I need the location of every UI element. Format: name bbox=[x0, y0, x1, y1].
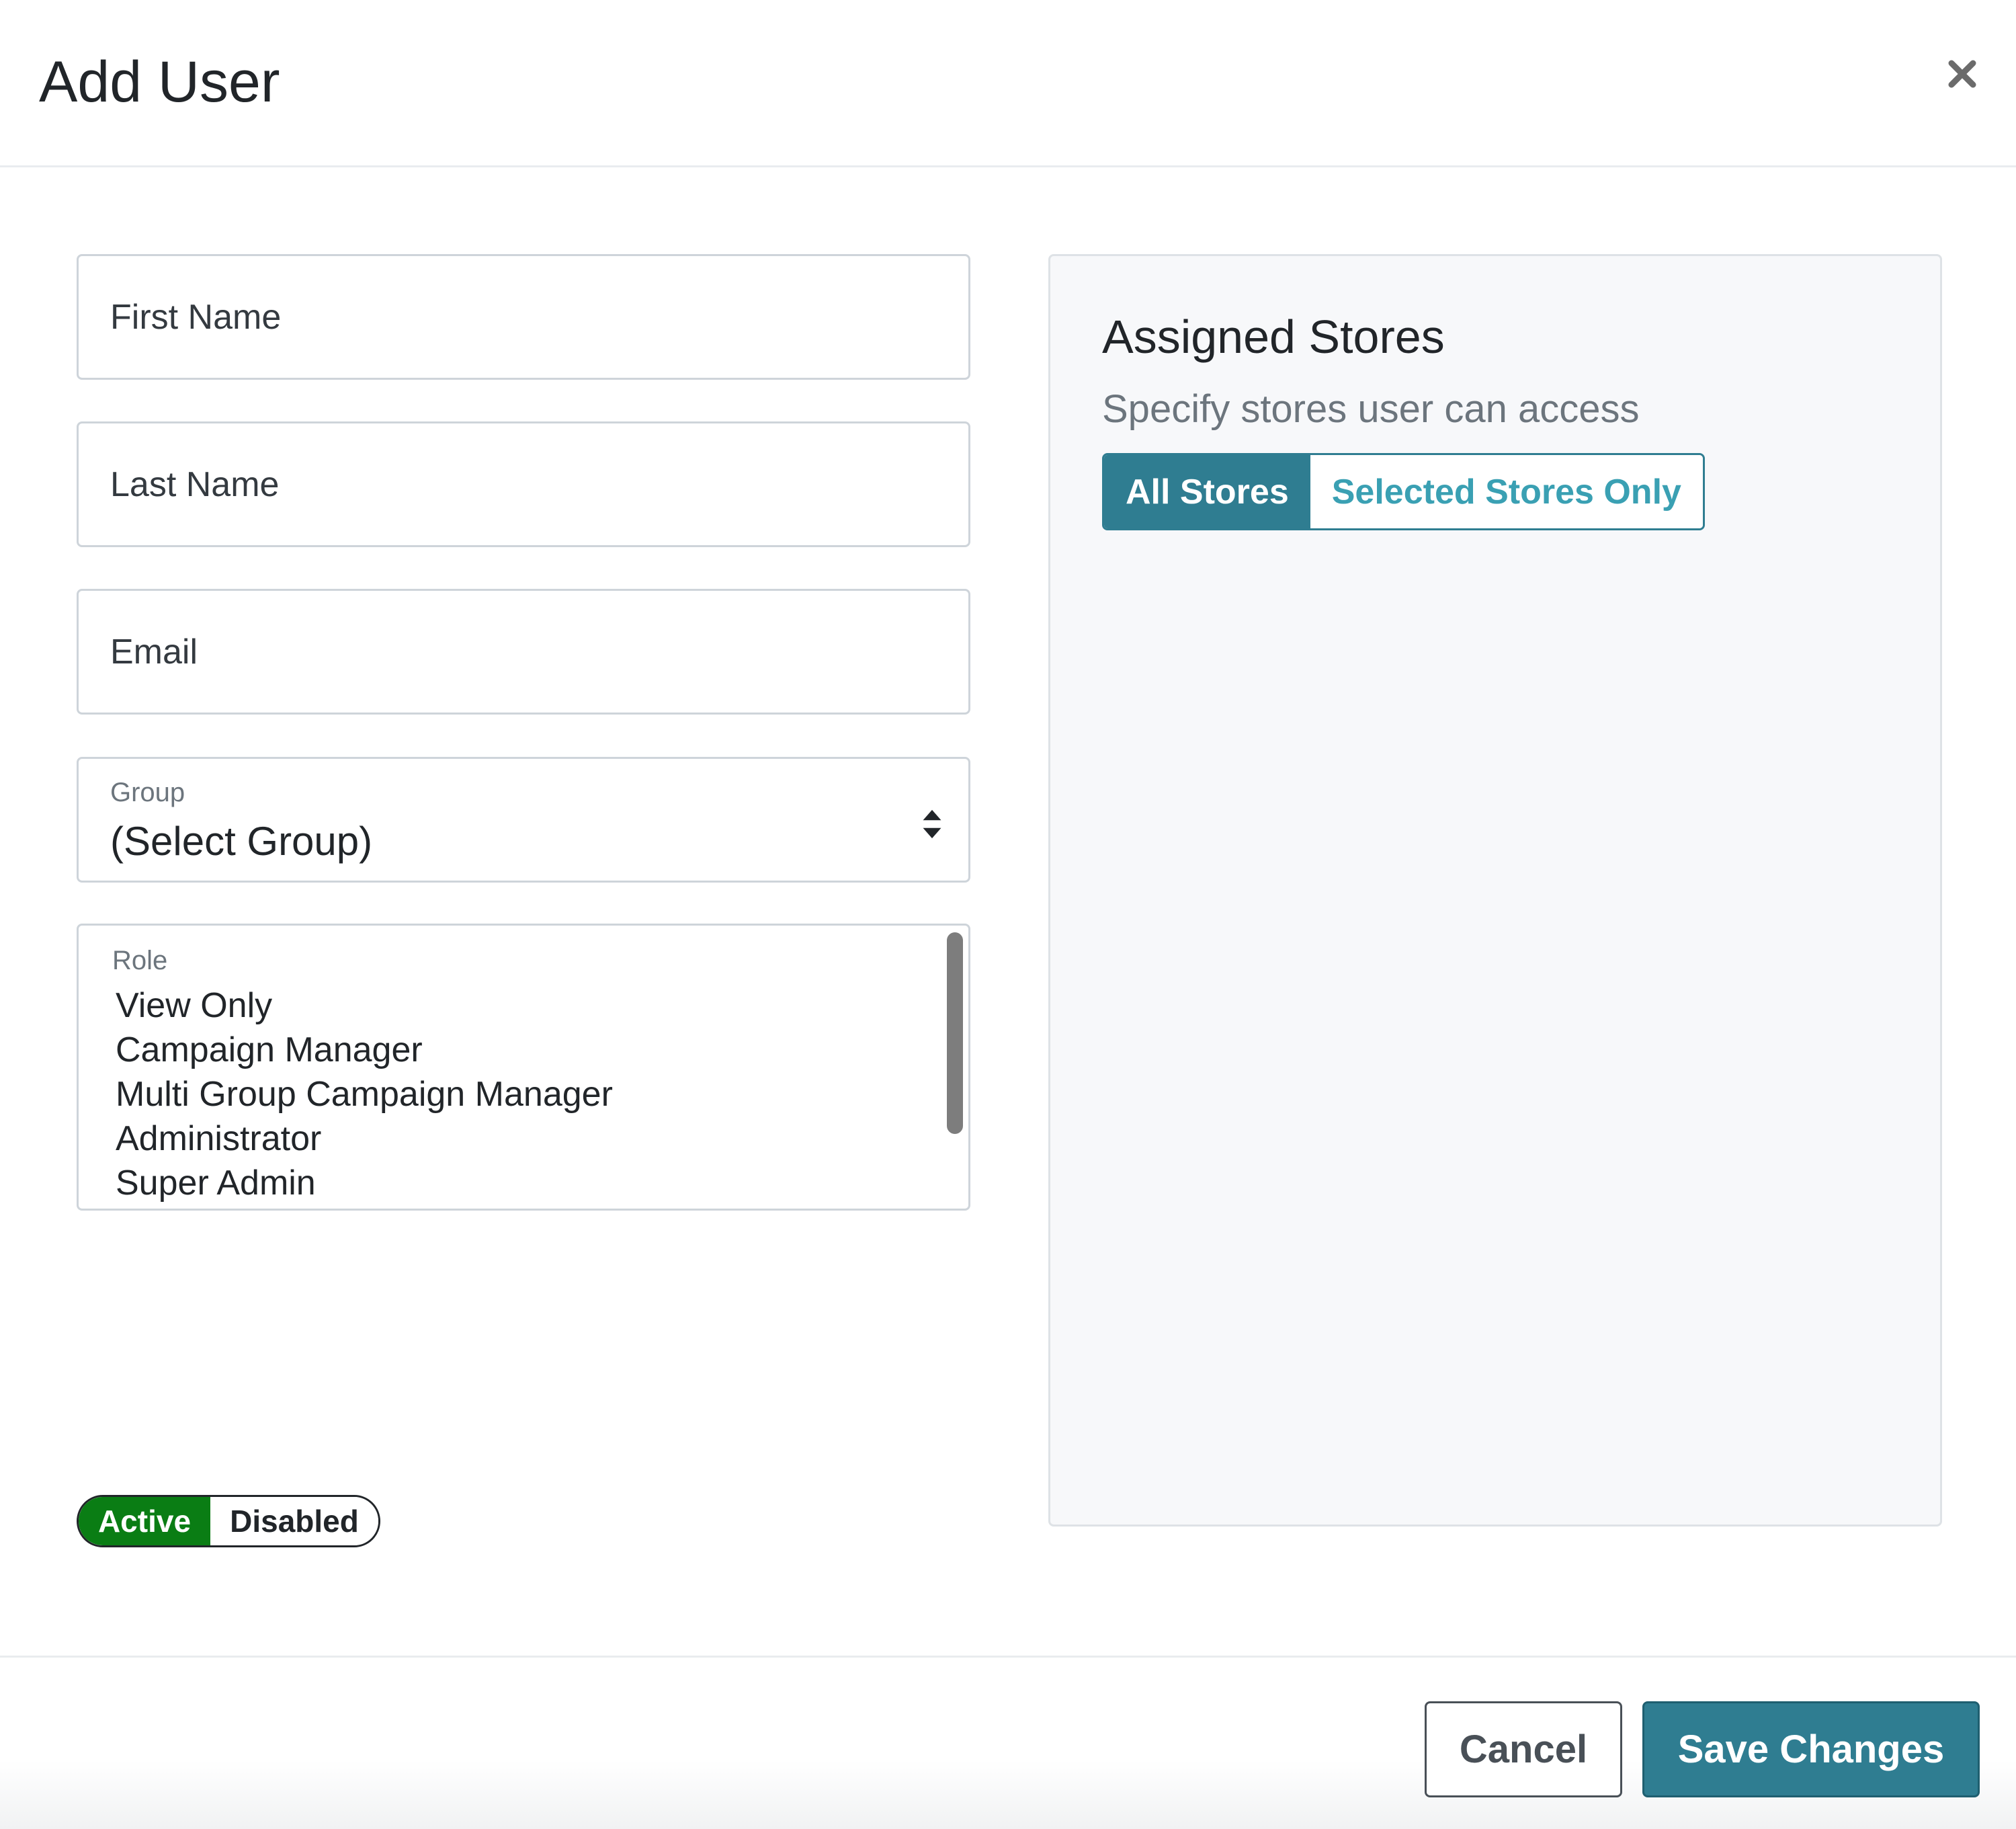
store-scope-toggle: All Stores Selected Stores Only bbox=[1102, 453, 1705, 530]
all-stores-button[interactable]: All Stores bbox=[1104, 455, 1310, 528]
cancel-button[interactable]: Cancel bbox=[1425, 1701, 1622, 1797]
role-scrollbar[interactable] bbox=[947, 932, 963, 1134]
group-select[interactable]: Group (Select Group) bbox=[77, 757, 970, 883]
last-name-input[interactable] bbox=[79, 423, 968, 545]
role-option-super-admin[interactable]: Super Admin bbox=[116, 1161, 613, 1205]
last-name-field[interactable] bbox=[77, 421, 970, 547]
save-changes-button[interactable]: Save Changes bbox=[1642, 1701, 1980, 1797]
role-option-campaign-manager[interactable]: Campaign Manager bbox=[116, 1028, 613, 1072]
email-field[interactable] bbox=[77, 589, 970, 715]
role-label: Role bbox=[112, 946, 168, 975]
assigned-stores-title: Assigned Stores bbox=[1102, 311, 1445, 363]
role-option-view-only[interactable]: View Only bbox=[116, 983, 613, 1028]
dialog-title: Add User bbox=[39, 50, 280, 114]
dialog-header: Add User bbox=[0, 0, 2016, 167]
first-name-input[interactable] bbox=[79, 256, 968, 378]
dialog-footer: Cancel Save Changes bbox=[0, 1656, 2016, 1829]
group-selected-value: (Select Group) bbox=[110, 819, 373, 864]
role-listbox[interactable]: Role View Only Campaign Manager Multi Gr… bbox=[77, 924, 970, 1211]
role-option-schedule-manager[interactable]: Schedule Manager bbox=[116, 1205, 613, 1209]
selected-stores-only-button[interactable]: Selected Stores Only bbox=[1310, 455, 1703, 528]
close-button[interactable] bbox=[1935, 47, 1989, 101]
sort-arrows-icon bbox=[923, 809, 941, 839]
role-option-multi-group-campaign-manager[interactable]: Multi Group Campaign Manager bbox=[116, 1072, 613, 1116]
email-input[interactable] bbox=[79, 591, 968, 713]
first-name-field[interactable] bbox=[77, 254, 970, 380]
status-toggle: Active Disabled bbox=[77, 1495, 380, 1547]
role-option-administrator[interactable]: Administrator bbox=[116, 1116, 613, 1161]
assigned-stores-subtitle: Specify stores user can access bbox=[1102, 387, 1640, 431]
role-options: View Only Campaign Manager Multi Group C… bbox=[116, 983, 613, 1209]
status-disabled-option[interactable]: Disabled bbox=[210, 1497, 378, 1545]
assigned-stores-panel: Assigned Stores Specify stores user can … bbox=[1048, 254, 1942, 1527]
add-user-dialog: Add User Group (Select Group) Role View … bbox=[0, 0, 2016, 1829]
group-label: Group bbox=[110, 778, 185, 807]
status-active-option[interactable]: Active bbox=[79, 1497, 210, 1545]
close-icon bbox=[1948, 60, 1976, 88]
